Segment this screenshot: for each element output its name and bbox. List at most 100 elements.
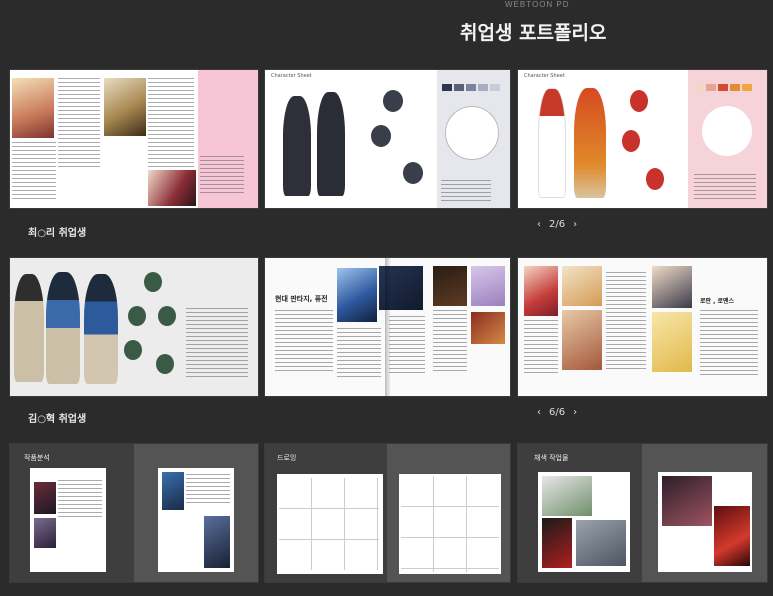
text-block	[186, 474, 230, 504]
portfolio-card-9[interactable]: 채색 작업물	[518, 444, 767, 582]
illustration-image	[576, 520, 626, 566]
prev-arrow[interactable]: ‹	[537, 407, 541, 418]
color-swatch	[694, 84, 704, 91]
illustration-image	[471, 312, 505, 344]
illustration-image	[104, 78, 146, 136]
head-sketch	[124, 340, 142, 360]
color-swatch	[442, 84, 452, 91]
text-block	[12, 142, 56, 202]
color-swatch	[718, 84, 728, 91]
portfolio-card-8[interactable]: 드로잉	[265, 444, 510, 582]
portfolio-card-1[interactable]	[10, 70, 258, 208]
head-sketch	[403, 162, 423, 184]
text-block	[148, 78, 194, 178]
head-sketch	[128, 306, 146, 326]
portrait-circle	[445, 106, 499, 160]
illustration-image	[337, 268, 377, 322]
sketch-grid	[279, 478, 379, 570]
illustration-image	[204, 516, 230, 568]
color-swatch	[742, 84, 752, 91]
page-counter: 6/6	[549, 407, 566, 418]
portfolio-card-4[interactable]	[10, 258, 258, 396]
illustration-image	[34, 518, 56, 548]
text-block	[337, 328, 381, 378]
head-sketch	[646, 168, 664, 190]
text-block	[524, 320, 558, 376]
head-sketch	[383, 90, 403, 112]
head-sketch	[622, 130, 640, 152]
illustration-image	[652, 266, 692, 308]
illustration-image	[562, 266, 602, 306]
card-title: 드로잉	[277, 454, 297, 462]
text-block	[694, 174, 756, 202]
header-subtitle: WEBTOON PD	[505, 0, 570, 9]
illustration-image	[714, 506, 750, 566]
row-3: 작품분석 드로잉 채색 작업물	[10, 444, 767, 584]
character-figure	[538, 88, 566, 198]
illustration-image	[662, 476, 712, 526]
portfolio-card-2[interactable]: Character Sheet	[265, 70, 510, 208]
illustration-image	[542, 476, 592, 516]
card-heading: 현대 판타지, 퓨전	[275, 295, 328, 303]
row-2: 현대 판타지, 퓨전 로판 , 로맨스	[10, 258, 767, 398]
row-1: Character Sheet Character Sheet	[10, 70, 767, 210]
color-swatch	[478, 84, 488, 91]
text-block	[606, 272, 646, 372]
next-arrow[interactable]: ›	[573, 407, 577, 418]
sketch-grid	[401, 476, 499, 572]
card-caption: Character Sheet	[524, 73, 565, 79]
illustration-image	[562, 310, 602, 370]
portfolio-card-6[interactable]: 로판 , 로맨스	[518, 258, 767, 396]
text-block	[441, 180, 491, 202]
text-block	[275, 310, 333, 374]
illustration-image	[162, 472, 184, 510]
card-heading: 로판 , 로맨스	[700, 298, 735, 305]
portrait-circle	[702, 106, 752, 156]
color-swatch	[490, 84, 500, 91]
head-sketch	[158, 306, 176, 326]
text-block	[200, 156, 244, 196]
card-caption: Character Sheet	[271, 73, 312, 79]
text-block	[433, 310, 467, 372]
illustration-image	[524, 266, 558, 316]
card-title: 작품분석	[24, 454, 50, 462]
portfolio-card-5[interactable]: 현대 판타지, 퓨전	[265, 258, 510, 396]
character-figure	[574, 88, 606, 198]
color-swatch	[730, 84, 740, 91]
character-figure	[84, 274, 118, 384]
illustration-image	[148, 170, 196, 206]
text-block	[389, 316, 425, 376]
row-1-pager: ‹ 2/6 ›	[537, 219, 577, 230]
illustration-image	[34, 482, 56, 514]
head-sketch	[630, 90, 648, 112]
text-block	[58, 78, 100, 168]
character-figure	[317, 92, 345, 196]
text-block	[700, 310, 758, 376]
color-swatch	[454, 84, 464, 91]
portfolio-card-3[interactable]: Character Sheet	[518, 70, 767, 208]
page-title: 취업생 포트폴리오	[460, 22, 607, 44]
student-label-2: 김○혁 취업생	[28, 414, 87, 425]
next-arrow[interactable]: ›	[573, 219, 577, 230]
illustration-image	[471, 266, 505, 306]
page-counter: 2/6	[549, 219, 566, 230]
head-sketch	[144, 272, 162, 292]
text-block	[186, 308, 248, 380]
text-block	[58, 480, 102, 520]
illustration-image	[652, 312, 692, 372]
character-figure	[14, 274, 44, 382]
prev-arrow[interactable]: ‹	[537, 219, 541, 230]
character-figure	[283, 96, 311, 196]
color-swatch	[466, 84, 476, 91]
color-swatch	[706, 84, 716, 91]
book-cover-image	[12, 78, 54, 138]
row-2-pager: ‹ 6/6 ›	[537, 407, 577, 418]
character-figure	[46, 272, 80, 384]
head-sketch	[156, 354, 174, 374]
portfolio-card-7[interactable]: 작품분석	[10, 444, 258, 582]
illustration-image	[542, 518, 572, 568]
illustration-image	[433, 266, 467, 306]
card-title: 채색 작업물	[534, 454, 569, 462]
head-sketch	[371, 125, 391, 147]
student-label-1: 최○리 취업생	[28, 228, 87, 239]
